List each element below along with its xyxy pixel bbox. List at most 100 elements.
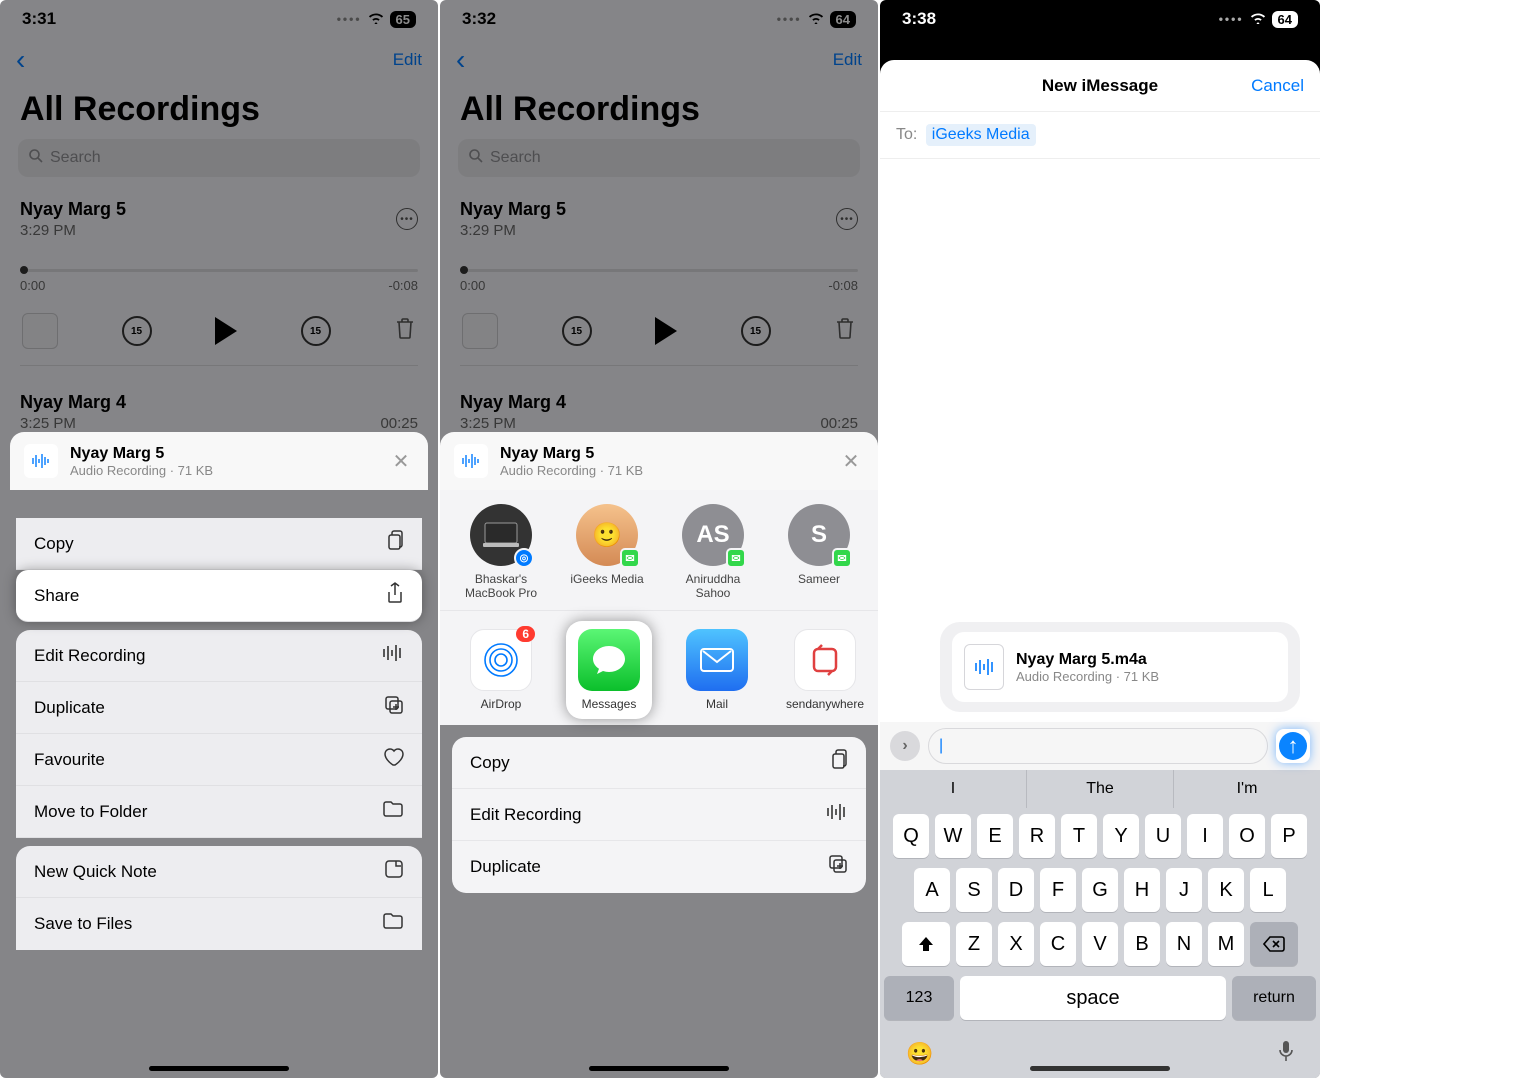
play-button[interactable] [215, 317, 237, 345]
back-button[interactable]: ‹ [16, 44, 25, 76]
key-b[interactable]: B [1124, 922, 1160, 966]
key-p[interactable]: P [1271, 814, 1307, 858]
key-a[interactable]: A [914, 868, 950, 912]
menu-move-folder[interactable]: Move to Folder [16, 786, 422, 838]
cancel-button[interactable]: Cancel [1251, 76, 1304, 96]
key-z[interactable]: Z [956, 922, 992, 966]
playback-remaining: -0:08 [828, 278, 858, 293]
contact-airdrop-mac[interactable]: ◎ Bhaskar's MacBook Pro [458, 504, 544, 600]
menu-edit-recording[interactable]: Edit Recording [16, 630, 422, 682]
recording-card-2[interactable]: Nyay Marg 4 3:25 PM 00:25 [0, 392, 438, 432]
recipient-chip[interactable]: iGeeks Media [926, 124, 1036, 146]
menu-share[interactable]: Share [16, 570, 422, 622]
key-c[interactable]: C [1040, 922, 1076, 966]
key-u[interactable]: U [1145, 814, 1181, 858]
search-input[interactable]: Search [18, 139, 420, 177]
close-share-button[interactable]: ✕ [838, 448, 864, 474]
key-f[interactable]: F [1040, 868, 1076, 912]
menu-save-files[interactable]: Save to Files [16, 898, 422, 950]
app-label: Mail [706, 697, 728, 711]
contact-igeeks[interactable]: 🙂✉ iGeeks Media [564, 504, 650, 600]
share-apps-row[interactable]: 6 AirDrop Messages Mail sendanywhere [440, 610, 878, 725]
back-button[interactable]: ‹ [456, 44, 465, 76]
action-duplicate-label: Duplicate [470, 857, 541, 877]
app-messages[interactable]: Messages [566, 621, 652, 719]
suggestion-3[interactable]: I'm [1174, 770, 1320, 808]
key-v[interactable]: V [1082, 922, 1118, 966]
skip-back-button[interactable]: 15 [122, 316, 152, 346]
close-preview-button[interactable]: ✕ [388, 448, 414, 474]
key-g[interactable]: G [1082, 868, 1118, 912]
recording-card-selected[interactable]: Nyay Marg 5 3:29 PM ••• 0:00 -0:08 15 15 [440, 193, 878, 392]
home-indicator [1030, 1066, 1170, 1071]
menu-copy[interactable]: Copy [16, 518, 422, 570]
menu-quick-note[interactable]: New Quick Note [16, 846, 422, 898]
key-j[interactable]: J [1166, 868, 1202, 912]
more-button[interactable]: ••• [396, 208, 418, 230]
skip-forward-button[interactable]: 15 [301, 316, 331, 346]
nav-bar: ‹ Edit [440, 38, 878, 82]
key-s[interactable]: S [956, 868, 992, 912]
delete-key[interactable] [1250, 922, 1298, 966]
recording-card-2[interactable]: Nyay Marg 4 3:25 PM 00:25 [440, 392, 878, 432]
key-y[interactable]: Y [1103, 814, 1139, 858]
search-placeholder: Search [490, 149, 541, 167]
app-airdrop[interactable]: 6 AirDrop [458, 629, 544, 719]
emoji-button[interactable]: 😀 [906, 1041, 933, 1067]
app-mail[interactable]: Mail [674, 629, 760, 719]
dictation-button[interactable] [1278, 1040, 1294, 1068]
return-key[interactable]: return [1232, 976, 1316, 1020]
skip-back-button[interactable]: 15 [562, 316, 592, 346]
share-contacts-row[interactable]: ◎ Bhaskar's MacBook Pro 🙂✉ iGeeks Media … [440, 490, 878, 610]
key-k[interactable]: K [1208, 868, 1244, 912]
trash-button[interactable] [834, 316, 856, 347]
suggestion-2[interactable]: The [1027, 770, 1174, 808]
send-button[interactable]: ↑ [1276, 729, 1310, 763]
trash-button[interactable] [394, 316, 416, 347]
key-e[interactable]: E [977, 814, 1013, 858]
message-input[interactable]: | [928, 728, 1268, 764]
key-w[interactable]: W [935, 814, 971, 858]
key-q[interactable]: Q [893, 814, 929, 858]
edit-button[interactable]: Edit [393, 50, 422, 70]
menu-favourite[interactable]: Favourite [16, 734, 422, 786]
expand-apps-button[interactable]: › [890, 731, 920, 761]
suggestion-1[interactable]: I [880, 770, 1027, 808]
edit-button[interactable]: Edit [833, 50, 862, 70]
page-title: All Recordings [440, 82, 878, 139]
contact-sameer[interactable]: S✉ Sameer [776, 504, 862, 600]
menu-duplicate[interactable]: Duplicate [16, 682, 422, 734]
key-n[interactable]: N [1166, 922, 1202, 966]
messages-icon [578, 629, 640, 691]
playback-progress[interactable] [460, 269, 858, 272]
playback-progress[interactable] [20, 269, 418, 272]
key-l[interactable]: L [1250, 868, 1286, 912]
key-i[interactable]: I [1187, 814, 1223, 858]
app-sendanywhere[interactable]: sendanywhere [782, 629, 868, 719]
key-t[interactable]: T [1061, 814, 1097, 858]
action-edit-recording[interactable]: Edit Recording [452, 789, 866, 841]
play-button[interactable] [655, 317, 677, 345]
attachment-card[interactable]: Nyay Marg 5.m4a Audio Recording · 71 KB [952, 632, 1288, 702]
number-key[interactable]: 123 [884, 976, 954, 1020]
message-compose-sheet: New iMessage Cancel To: iGeeks Media Nya… [880, 60, 1320, 1078]
options-button[interactable] [22, 313, 58, 349]
action-duplicate[interactable]: Duplicate [452, 841, 866, 893]
key-o[interactable]: O [1229, 814, 1265, 858]
options-button[interactable] [462, 313, 498, 349]
key-m[interactable]: M [1208, 922, 1244, 966]
recipient-row[interactable]: To: iGeeks Media [880, 112, 1320, 159]
search-input[interactable]: Search [458, 139, 860, 177]
space-key[interactable]: space [960, 976, 1226, 1020]
recording-card-selected[interactable]: Nyay Marg 5 3:29 PM ••• 0:00 -0:08 15 15 [0, 193, 438, 392]
shift-key[interactable] [902, 922, 950, 966]
skip-forward-button[interactable]: 15 [741, 316, 771, 346]
more-button[interactable]: ••• [836, 208, 858, 230]
key-h[interactable]: H [1124, 868, 1160, 912]
key-d[interactable]: D [998, 868, 1034, 912]
contact-aniruddha[interactable]: AS✉ Aniruddha Sahoo [670, 504, 756, 600]
action-copy[interactable]: Copy [452, 737, 866, 789]
search-placeholder: Search [50, 149, 101, 167]
key-x[interactable]: X [998, 922, 1034, 966]
key-r[interactable]: R [1019, 814, 1055, 858]
